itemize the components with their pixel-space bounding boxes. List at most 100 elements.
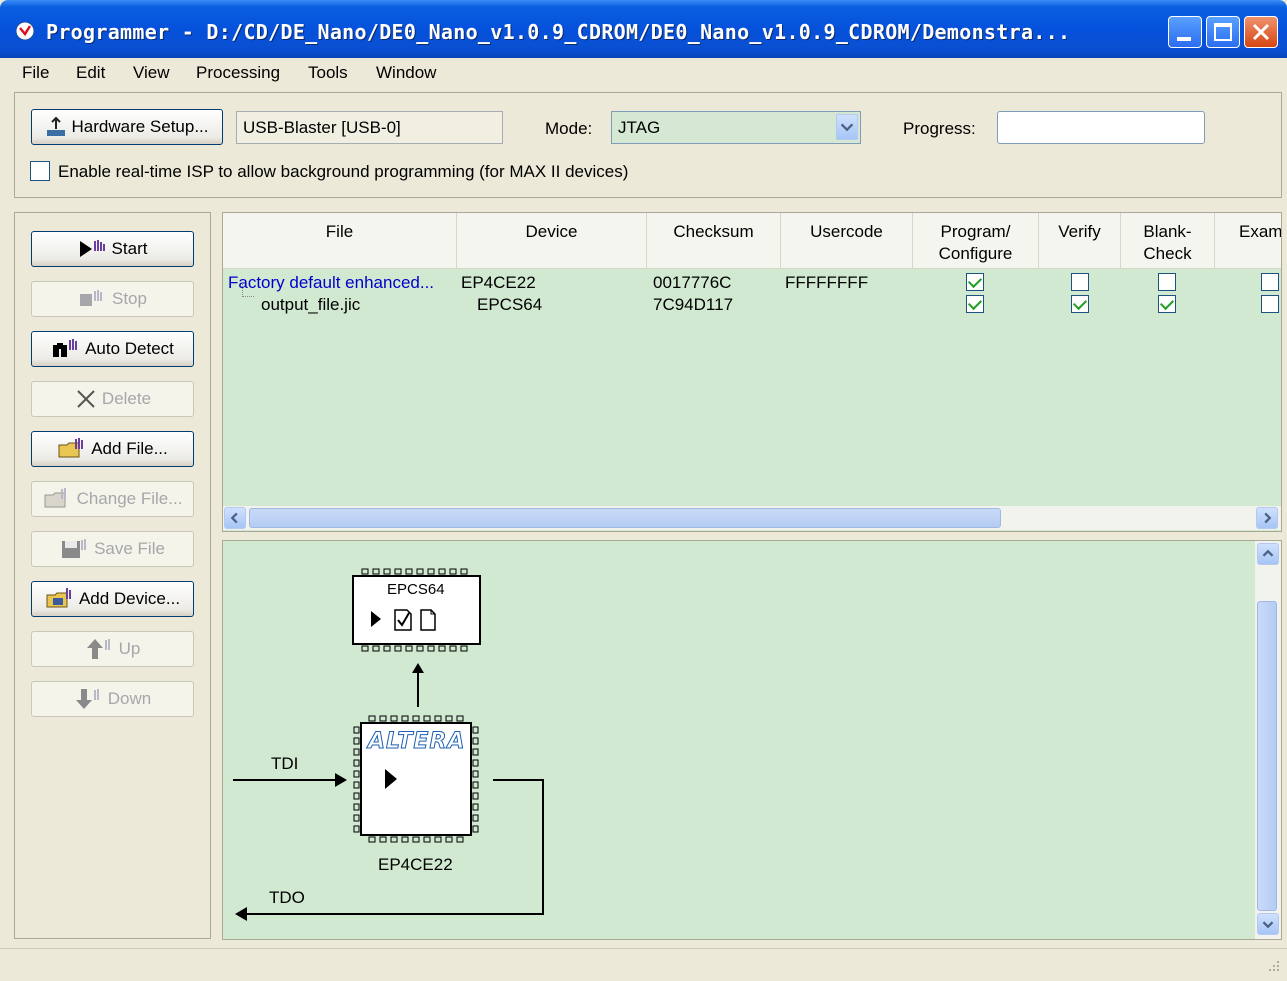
mode-value: JTAG xyxy=(618,118,661,137)
change-file-icon xyxy=(44,488,66,508)
delete-label: Delete xyxy=(101,389,152,408)
add-file-icon xyxy=(58,438,84,458)
hardware-field: USB-Blaster [USB-0] xyxy=(236,111,503,144)
tree-connector xyxy=(242,283,254,297)
auto-detect-button[interactable]: Auto Detect xyxy=(31,331,194,367)
column-exam[interactable]: Exam xyxy=(1215,213,1281,269)
add-file-button[interactable]: Add File... xyxy=(31,431,194,467)
change-file-button[interactable]: Change File... xyxy=(31,481,194,517)
mode-label: Mode: xyxy=(545,119,593,138)
row1-blank-checkbox[interactable] xyxy=(1158,273,1176,291)
stop-icon xyxy=(80,290,102,306)
add-device-icon xyxy=(46,588,71,608)
row1-program-checkbox[interactable] xyxy=(966,273,984,291)
isp-label: Enable real-time ISP to allow background… xyxy=(58,162,629,181)
row2-blank-checkbox[interactable] xyxy=(1158,295,1176,313)
row2-exam-checkbox[interactable] xyxy=(1261,295,1279,313)
auto-detect-icon xyxy=(53,339,78,357)
menu-file[interactable]: File xyxy=(22,63,49,83)
save-file-icon xyxy=(62,539,87,558)
menu-bar: File Edit View Processing Tools Window xyxy=(0,58,1287,88)
hardware-setup-button[interactable]: Hardware Setup... xyxy=(31,109,223,145)
hardware-setup-label: Hardware Setup... xyxy=(71,117,209,136)
table-header: File Device Checksum Usercode Program/ C… xyxy=(223,213,1281,269)
column-verify[interactable]: Verify xyxy=(1039,213,1121,269)
tdo-label: TDO xyxy=(269,888,305,907)
jtag-chain-diagram: EPCS64 ALTERA EP4CE22 TDI TDO xyxy=(222,540,1282,940)
start-button[interactable]: Start xyxy=(31,231,194,267)
row1-verify-checkbox[interactable] xyxy=(1071,273,1089,291)
vertical-scroll-thumb[interactable] xyxy=(1257,601,1277,911)
minimize-icon xyxy=(1177,37,1191,41)
hardware-setup-icon xyxy=(47,116,66,136)
down-label: Down xyxy=(107,689,152,708)
row1-device: EP4CE22 xyxy=(461,273,536,292)
mode-select[interactable]: JTAG xyxy=(611,111,861,144)
scroll-down-icon[interactable] xyxy=(1257,913,1279,935)
close-button[interactable] xyxy=(1244,16,1278,48)
column-blank-check[interactable]: Blank- Check xyxy=(1121,213,1215,269)
scroll-left-icon[interactable] xyxy=(224,507,246,529)
maximize-button[interactable] xyxy=(1206,16,1240,48)
up-icon xyxy=(86,639,110,659)
column-program[interactable]: Program/ Configure xyxy=(913,213,1039,269)
save-file-button[interactable]: Save File xyxy=(31,531,194,567)
row1-exam-checkbox[interactable] xyxy=(1261,273,1279,291)
up-button[interactable]: Up xyxy=(31,631,194,667)
save-file-label: Save File xyxy=(94,539,165,558)
row2-file[interactable]: output_file.jic xyxy=(261,295,360,315)
down-icon xyxy=(75,689,99,709)
auto-detect-label: Auto Detect xyxy=(85,339,174,358)
horizontal-scrollbar[interactable] xyxy=(223,506,1281,530)
column-usercode[interactable]: Usercode xyxy=(781,213,913,269)
horizontal-scroll-thumb[interactable] xyxy=(249,508,1001,528)
change-file-label: Change File... xyxy=(76,489,183,508)
chevron-down-icon[interactable] xyxy=(836,114,858,140)
row1-file[interactable]: Factory default enhanced... xyxy=(228,273,434,293)
altera-logo: ALTERA xyxy=(367,729,466,755)
start-label: Start xyxy=(111,239,148,258)
device-table: File Device Checksum Usercode Program/ C… xyxy=(222,212,1282,532)
column-file[interactable]: File xyxy=(223,213,457,269)
add-file-label: Add File... xyxy=(91,439,168,458)
add-device-label: Add Device... xyxy=(78,589,181,608)
menu-processing[interactable]: Processing xyxy=(196,63,280,83)
vertical-scrollbar[interactable] xyxy=(1255,541,1281,939)
start-icon xyxy=(79,240,105,257)
stop-label: Stop xyxy=(112,289,147,308)
progress-bar xyxy=(997,111,1205,144)
epcs64-label: EPCS64 xyxy=(387,581,445,598)
row2-checksum: 7C94D117 xyxy=(653,295,734,314)
ep4ce22-label: EP4CE22 xyxy=(378,855,453,874)
hardware-panel: Hardware Setup... USB-Blaster [USB-0] Mo… xyxy=(14,92,1282,198)
row1-checksum: 0017776C xyxy=(653,273,732,292)
menu-window[interactable]: Window xyxy=(376,63,436,83)
up-label: Up xyxy=(118,639,141,658)
title-bar: Programmer - D:/CD/DE_Nano/DE0_Nano_v1.0… xyxy=(0,0,1287,58)
resize-grip-icon[interactable] xyxy=(1265,959,1281,975)
menu-view[interactable]: View xyxy=(133,63,170,83)
column-device[interactable]: Device xyxy=(457,213,647,269)
minimize-button[interactable] xyxy=(1168,16,1202,48)
delete-button[interactable]: Delete xyxy=(31,381,194,417)
window-title: Programmer - D:/CD/DE_Nano/DE0_Nano_v1.0… xyxy=(46,20,1071,44)
row2-program-checkbox[interactable] xyxy=(966,295,984,313)
menu-tools[interactable]: Tools xyxy=(308,63,348,83)
close-icon xyxy=(1252,23,1270,41)
add-device-button[interactable]: Add Device... xyxy=(31,581,194,617)
stop-button[interactable]: Stop xyxy=(31,281,194,317)
scroll-right-icon[interactable] xyxy=(1256,507,1278,529)
row2-verify-checkbox[interactable] xyxy=(1071,295,1089,313)
delete-icon xyxy=(77,390,95,408)
column-checksum[interactable]: Checksum xyxy=(647,213,781,269)
app-icon xyxy=(15,21,35,41)
tdi-label: TDI xyxy=(271,754,299,773)
row2-device: EPCS64 xyxy=(477,295,543,314)
down-button[interactable]: Down xyxy=(31,681,194,717)
status-bar xyxy=(0,948,1287,981)
action-panel: Start Stop Auto Detect Delete Add File..… xyxy=(14,212,211,939)
isp-checkbox[interactable] xyxy=(30,161,50,181)
scroll-up-icon[interactable] xyxy=(1257,543,1279,565)
maximize-icon xyxy=(1214,23,1232,41)
menu-edit[interactable]: Edit xyxy=(76,63,105,83)
